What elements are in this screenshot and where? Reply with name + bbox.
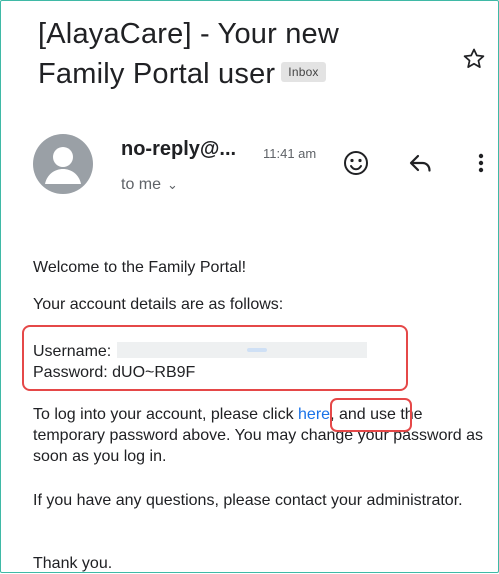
login-prefix: To log into your account, please click xyxy=(33,406,299,423)
more-options-icon[interactable] xyxy=(466,148,496,178)
chevron-down-icon: ⌄ xyxy=(167,177,178,192)
questions-text: If you have any questions, please contac… xyxy=(33,492,463,509)
subject-line-2: Family Portal user Inbox xyxy=(38,54,438,94)
sender-name[interactable]: no-reply@... xyxy=(121,138,236,161)
reply-icon[interactable] xyxy=(406,148,436,178)
login-here-link[interactable]: here xyxy=(298,406,330,423)
link-highlight-box xyxy=(330,398,412,432)
star-icon[interactable] xyxy=(461,46,487,72)
credentials-highlight-box xyxy=(22,325,408,391)
person-icon xyxy=(45,147,81,184)
closing-text: Thank you. xyxy=(33,555,113,572)
recipient-label: to me xyxy=(121,176,162,193)
emoji-reaction-icon[interactable] xyxy=(341,148,371,178)
email-subject: [AlayaCare] - Your new Family Portal use… xyxy=(38,14,438,94)
inbox-label-badge[interactable]: Inbox xyxy=(281,62,326,83)
subject-line-1: [AlayaCare] - Your new xyxy=(38,18,340,50)
greeting-text: Welcome to the Family Portal! xyxy=(33,259,247,276)
recipient-details[interactable]: to me ⌄ xyxy=(121,176,178,194)
subject-line-2-text: Family Portal user xyxy=(38,58,276,90)
sender-avatar[interactable] xyxy=(33,134,93,194)
email-time: 11:41 am xyxy=(263,146,317,161)
login-instructions: To log into your account, please click h… xyxy=(33,404,493,467)
intro-text: Your account details are as follows: xyxy=(33,296,284,313)
